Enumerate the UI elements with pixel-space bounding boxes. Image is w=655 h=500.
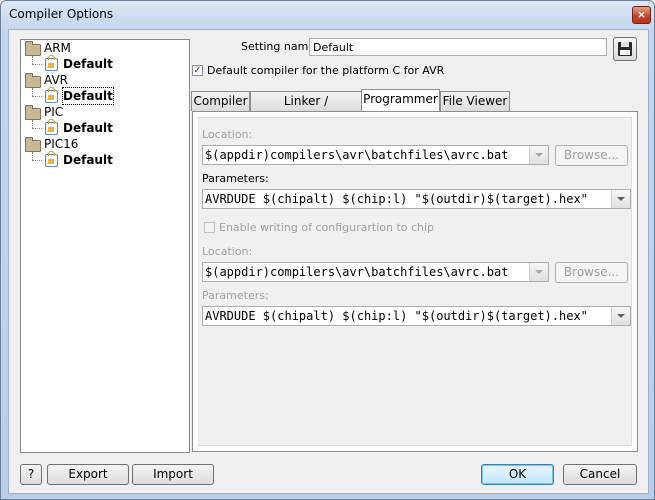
cancel-button[interactable]: Cancel (563, 464, 637, 485)
tab-file-viewer[interactable]: File Viewer (440, 91, 510, 111)
location-combobox[interactable]: $(appdir)compilers\avr\batchfiles\avrc.b… (202, 145, 549, 165)
dialog-body: ARM Default AVR Default PIC Default PIC1… (8, 29, 649, 494)
chevron-down-icon[interactable] (611, 190, 630, 208)
config-location-value: $(appdir)compilers\avr\batchfiles\avrc.b… (205, 265, 509, 279)
default-compiler-checkbox[interactable]: ✓ (192, 65, 203, 76)
config-parameters-value: AVRDUDE $(chipalt) $(chip:l) "$(outdir)$… (205, 309, 588, 323)
default-compiler-label: Default compiler for the platform C for … (207, 64, 445, 77)
tab-linker-assembler[interactable]: Linker / Assembler (250, 91, 362, 127)
title-bar[interactable]: Compiler Options × (1, 1, 654, 28)
config-location-combobox[interactable]: $(appdir)compilers\avr\batchfiles\avrc.b… (202, 262, 549, 282)
folder-icon (25, 105, 41, 120)
browse-button[interactable]: Browse... (555, 145, 628, 166)
parameters-combobox[interactable]: AVRDUDE $(chipalt) $(chip:l) "$(outdir)$… (202, 189, 631, 209)
config-parameters-label: Parameters: (202, 289, 269, 302)
ok-button[interactable]: OK (481, 464, 554, 485)
tree-item-avr[interactable]: AVR (44, 72, 68, 88)
tree-connector (32, 128, 42, 129)
tree-connector (32, 160, 42, 161)
chevron-down-icon[interactable] (611, 307, 630, 325)
tree-item-arm[interactable]: ARM (44, 40, 71, 56)
chevron-down-icon[interactable] (529, 146, 548, 164)
window-title: Compiler Options (9, 7, 114, 21)
tree-connector (32, 96, 42, 97)
lock-icon (45, 55, 58, 71)
chevron-down-icon[interactable] (529, 263, 548, 281)
folder-icon (25, 73, 41, 88)
setting-name-label: Setting name: (241, 40, 319, 53)
tree-item-pic[interactable]: PIC (44, 104, 63, 120)
compiler-tree[interactable]: ARM Default AVR Default PIC Default PIC1… (20, 39, 190, 453)
programmer-tab-panel: Location: $(appdir)compilers\avr\batchfi… (192, 111, 638, 452)
lock-icon (45, 119, 58, 135)
tree-item-pic-default[interactable]: Default (63, 120, 113, 136)
tree-item-avr-default[interactable]: Default (62, 87, 114, 105)
compiler-options-window: Compiler Options × ARM Default AVR Defau… (0, 0, 655, 500)
tree-connector (32, 56, 33, 64)
export-button[interactable]: Export (47, 464, 129, 485)
tab-programmer[interactable]: Programmer (361, 89, 440, 111)
close-button[interactable]: × (632, 6, 651, 24)
setting-name-input[interactable]: Default (309, 38, 607, 56)
tree-item-arm-default[interactable]: Default (63, 56, 113, 72)
parameters-value: AVRDUDE $(chipalt) $(chip:l) "$(outdir)$… (205, 192, 588, 206)
tree-item-pic16[interactable]: PIC16 (44, 136, 78, 152)
enable-config-checkbox[interactable] (204, 222, 215, 233)
save-button[interactable] (613, 37, 637, 61)
config-location-label: Location: (202, 245, 253, 258)
location-value: $(appdir)compilers\avr\batchfiles\avrc.b… (205, 148, 509, 162)
parameters-label: Parameters: (202, 172, 269, 185)
lock-icon (45, 151, 58, 167)
tree-connector (32, 64, 42, 65)
location-label: Location: (202, 128, 253, 141)
tab-compiler[interactable]: Compiler (191, 91, 250, 111)
config-browse-button[interactable]: Browse... (555, 262, 628, 283)
floppy-disk-icon (618, 42, 632, 56)
folder-icon (25, 137, 41, 152)
import-button[interactable]: Import (132, 464, 214, 485)
lock-icon (45, 87, 58, 103)
enable-config-label: Enable writing of configurartion to chip (219, 221, 435, 234)
config-parameters-combobox[interactable]: AVRDUDE $(chipalt) $(chip:l) "$(outdir)$… (202, 306, 631, 326)
tree-connector (32, 120, 33, 128)
tree-connector (32, 88, 33, 96)
tree-item-pic16-default[interactable]: Default (63, 152, 113, 168)
folder-icon (25, 41, 41, 56)
programmer-group: Location: $(appdir)compilers\avr\batchfi… (198, 117, 632, 446)
help-button[interactable]: ? (20, 464, 42, 485)
tree-connector (32, 152, 33, 160)
